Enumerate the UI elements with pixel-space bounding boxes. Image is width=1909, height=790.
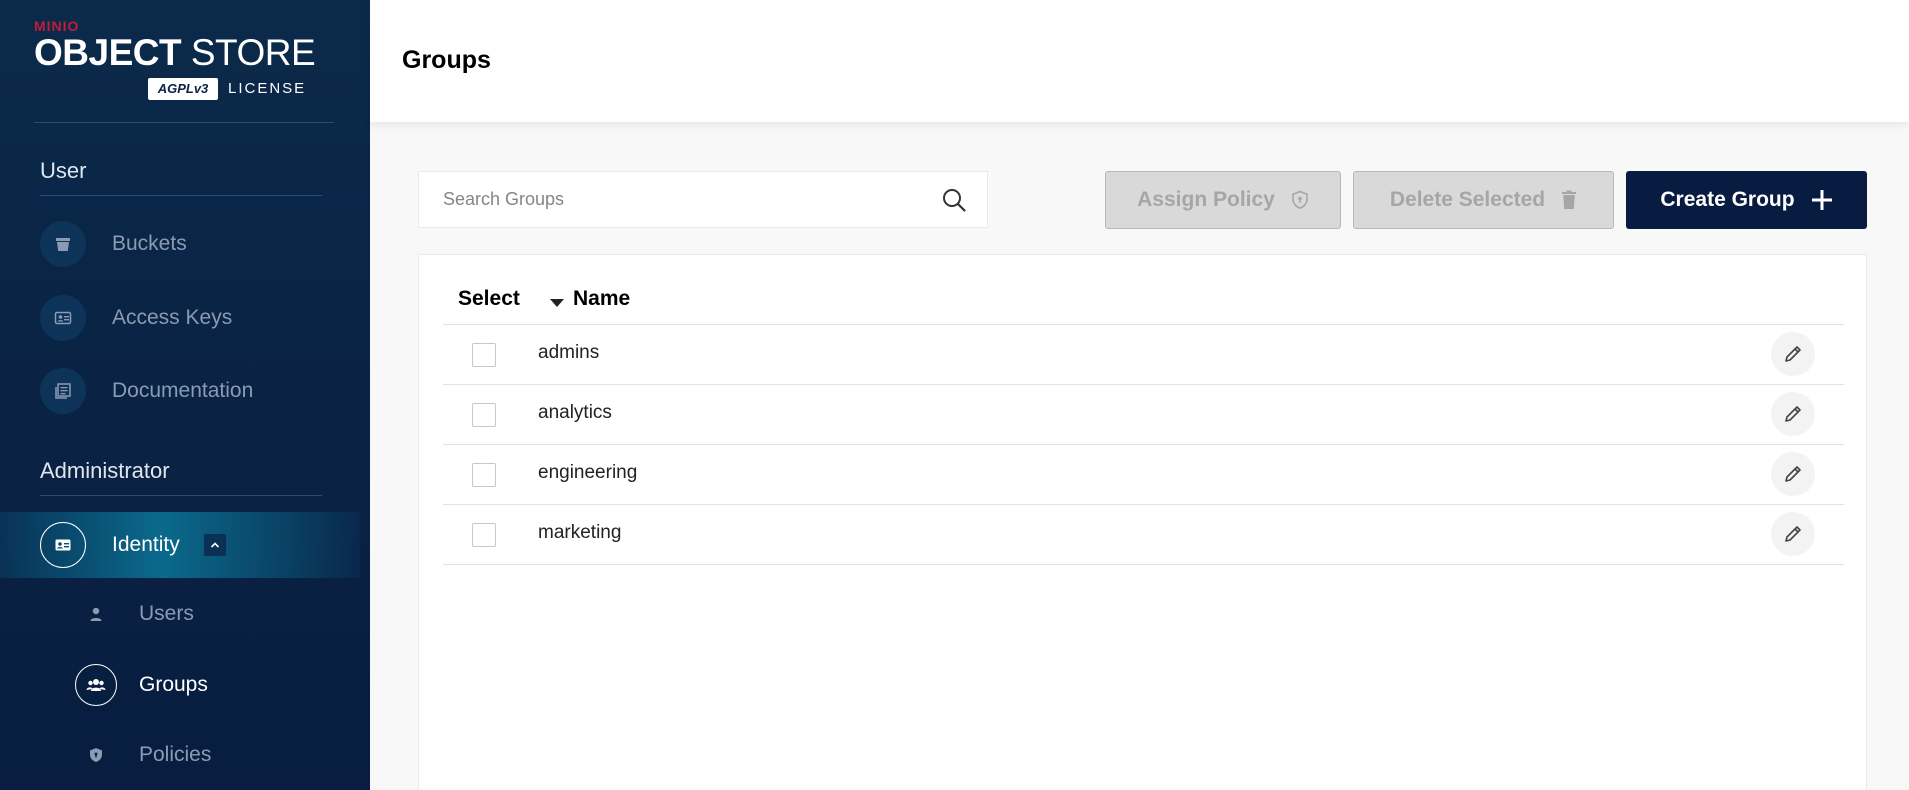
sidebar-item-documentation[interactable]: Documentation — [40, 361, 253, 421]
page-header: Groups — [370, 0, 1909, 122]
minio-logo[interactable]: MINIO OBJECT STORE AGPLv3 LICENSE — [34, 18, 316, 104]
chevron-up-icon[interactable] — [203, 534, 226, 556]
sidebar-item-label: Access Keys — [112, 306, 233, 329]
shield-icon — [1291, 190, 1309, 210]
trash-icon — [1561, 190, 1577, 210]
sidebar-item-identity[interactable]: Identity — [0, 512, 360, 578]
table-row[interactable]: marketing — [443, 505, 1844, 565]
row-checkbox[interactable] — [472, 463, 496, 487]
user-icon — [75, 593, 117, 635]
sidebar-item-access-keys[interactable]: Access Keys — [40, 288, 232, 348]
sidebar-item-policies[interactable]: Policies — [75, 732, 211, 778]
column-header-select: Select — [458, 287, 520, 310]
row-checkbox[interactable] — [472, 343, 496, 367]
table-row[interactable]: admins — [443, 325, 1844, 385]
pencil-icon — [1785, 466, 1801, 482]
group-name: engineering — [538, 462, 638, 483]
sidebar-item-label: Users — [139, 602, 194, 625]
sidebar-item-groups[interactable]: Groups — [75, 662, 208, 708]
sidebar-item-label: Identity — [112, 533, 180, 556]
search-box — [418, 171, 988, 228]
sidebar-item-label: Documentation — [112, 379, 254, 402]
access-keys-icon — [40, 295, 86, 341]
divider — [40, 195, 322, 196]
pencil-icon — [1785, 526, 1801, 542]
create-group-button[interactable]: Create Group — [1626, 171, 1867, 229]
table-header: Select Name — [443, 275, 1844, 325]
edit-button[interactable] — [1771, 452, 1815, 496]
group-name: admins — [538, 342, 600, 363]
page-title: Groups — [402, 46, 491, 74]
pencil-icon — [1785, 406, 1801, 422]
plus-icon — [1811, 189, 1833, 211]
assign-policy-label: Assign Policy — [1137, 188, 1275, 211]
section-title-administrator: Administrator — [40, 458, 170, 483]
sort-descending-icon[interactable] — [549, 295, 565, 313]
agpl-badge: AGPLv3 — [148, 78, 218, 100]
search-input[interactable] — [419, 172, 919, 227]
sidebar-item-label: Buckets — [112, 232, 187, 255]
edit-button[interactable] — [1771, 392, 1815, 436]
row-checkbox[interactable] — [472, 403, 496, 427]
divider — [34, 122, 334, 123]
sidebar-item-label: Groups — [139, 673, 208, 696]
groups-icon — [75, 664, 117, 706]
table-row[interactable]: engineering — [443, 445, 1844, 505]
assign-policy-button[interactable]: Assign Policy — [1105, 171, 1341, 229]
column-header-name[interactable]: Name — [573, 287, 630, 311]
identity-icon — [40, 522, 86, 568]
bucket-icon — [40, 221, 86, 267]
documentation-icon — [40, 368, 86, 414]
edit-button[interactable] — [1771, 332, 1815, 376]
delete-selected-button[interactable]: Delete Selected — [1353, 171, 1614, 229]
group-name: marketing — [538, 522, 622, 543]
sidebar-item-buckets[interactable]: Buckets — [40, 214, 187, 274]
groups-table: Select Name admins analytics engineering… — [418, 254, 1867, 790]
create-group-label: Create Group — [1660, 188, 1795, 211]
policy-icon — [75, 734, 117, 776]
sidebar-item-users[interactable]: Users — [75, 591, 194, 637]
table-row[interactable]: analytics — [443, 385, 1844, 445]
delete-selected-label: Delete Selected — [1389, 188, 1546, 211]
row-checkbox[interactable] — [472, 523, 496, 547]
logo-title: OBJECT STORE — [34, 32, 316, 73]
logo-license: LICENSE — [228, 80, 307, 97]
search-icon[interactable] — [941, 187, 967, 218]
sidebar-item-label: Policies — [139, 743, 212, 766]
edit-button[interactable] — [1771, 512, 1815, 556]
pencil-icon — [1785, 346, 1801, 362]
sidebar: MINIO OBJECT STORE AGPLv3 LICENSE User B… — [0, 0, 370, 790]
section-title-user: User — [40, 158, 87, 183]
divider — [40, 495, 322, 496]
group-name: analytics — [538, 402, 612, 423]
